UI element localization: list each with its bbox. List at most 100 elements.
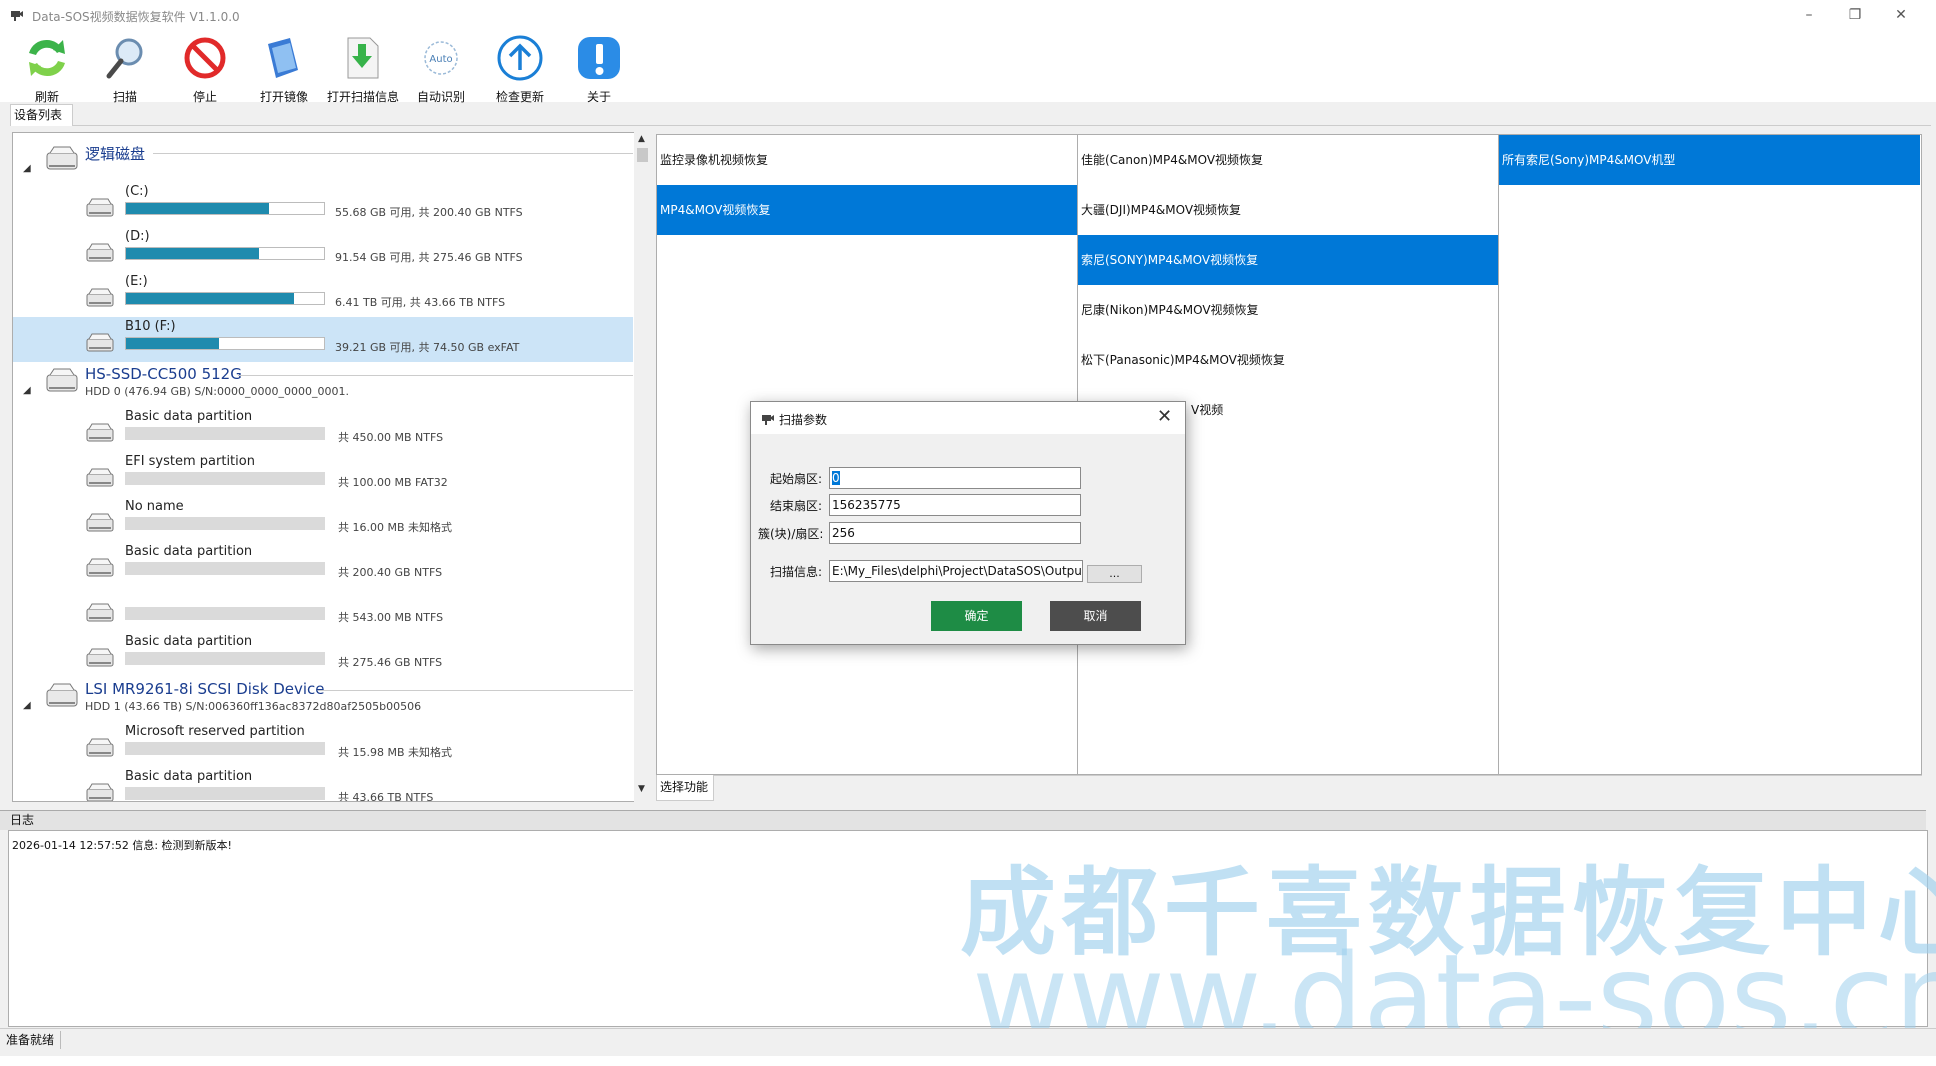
scroll-up-arrow-icon[interactable]: ▲	[638, 134, 645, 144]
open-scan-info-button[interactable]: 打开扫描信息	[327, 34, 399, 104]
tree-item-partition[interactable]: No name 共 16.00 MB 未知格式	[13, 497, 633, 542]
drive-icon	[86, 288, 114, 307]
usage-bar	[125, 787, 325, 800]
partition-name: EFI system partition	[125, 454, 255, 469]
partition-info: 共 16.00 MB 未知格式	[338, 521, 453, 534]
status-bar: 准备就绪	[0, 1028, 1936, 1050]
cluster-sectors-input[interactable]: 256	[829, 522, 1081, 544]
tree-item-partition-selected[interactable]: B10 (F:) 39.21 GB 可用, 共 74.50 GB exFAT	[13, 317, 633, 362]
usage-bar	[125, 742, 325, 755]
tree-item-partition[interactable]: Basic data partition 共 43.66 TB NTFS	[13, 767, 633, 801]
usage-bar	[125, 652, 325, 665]
scroll-thumb[interactable]	[637, 148, 648, 162]
toolbar: 刷新 扫描 停止 打开镜像 打开扫描信息 Auto 自动识别 检查更新 关于	[0, 30, 1936, 104]
end-sector-input[interactable]: 156235775	[829, 494, 1081, 516]
drive-icon	[86, 648, 114, 667]
collapse-triangle-icon[interactable]: ◢	[23, 700, 31, 711]
close-button[interactable]: ✕	[1878, 0, 1924, 30]
log-line: 2026-01-14 12:57:52 信息: 检测到新版本!	[12, 839, 232, 852]
partition-info: 91.54 GB 可用, 共 275.46 GB NTFS	[335, 251, 523, 264]
end-sector-label: 结束扇区:	[770, 499, 823, 513]
start-sector-label: 起始扇区:	[770, 472, 823, 486]
partition-info: 共 15.98 MB 未知格式	[338, 746, 453, 759]
app-window: Data-SOS视频数据恢复软件 V1.1.0.0 – ❐ ✕ 刷新 扫描 停止…	[0, 0, 1936, 1066]
dialog-title: 扫描参数	[779, 413, 828, 427]
auto-detect-button[interactable]: Auto 自动识别	[406, 34, 476, 104]
function-item-selected[interactable]: MP4&MOV视频恢复	[657, 185, 1077, 235]
function-item[interactable]: 松下(Panasonic)MP4&MOV视频恢复	[1078, 335, 1498, 385]
refresh-button[interactable]: 刷新	[12, 34, 82, 104]
cancel-button[interactable]: 取消	[1050, 601, 1141, 631]
drive-icon	[86, 468, 114, 487]
collapse-triangle-icon[interactable]: ◢	[23, 385, 31, 396]
scroll-down-arrow-icon[interactable]: ▼	[638, 784, 645, 794]
collapse-triangle-icon[interactable]: ◢	[23, 163, 31, 174]
function-item[interactable]: 佳能(Canon)MP4&MOV视频恢复	[1078, 135, 1498, 185]
tree-item-partition[interactable]: Basic data partition 共 200.40 GB NTFS	[13, 542, 633, 587]
tab-device-list[interactable]: 设备列表	[10, 104, 73, 126]
tree-group-disk[interactable]: ◢ LSI MR9261-8i SCSI Disk Device HDD 1 (…	[13, 674, 633, 718]
partition-name: (D:)	[125, 229, 150, 244]
tree-group-logical-disks[interactable]: ◢ 逻辑磁盘	[13, 137, 633, 181]
refresh-icon	[29, 39, 65, 77]
partition-info: 共 450.00 MB NTFS	[338, 431, 444, 444]
function-item-partial[interactable]: V视频	[1188, 385, 1223, 435]
tree-item-partition[interactable]: Microsoft reserved partition 共 15.98 MB …	[13, 722, 633, 767]
tree-item-partition[interactable]: (D:) 91.54 GB 可用, 共 275.46 GB NTFS	[13, 227, 633, 272]
partition-name: Basic data partition	[125, 769, 253, 784]
group-name: LSI MR9261-8i SCSI Disk Device	[85, 680, 325, 698]
drive-icon	[86, 603, 114, 622]
function-item[interactable]: 监控录像机视频恢复	[657, 135, 1077, 185]
start-sector-input[interactable]: 0	[829, 467, 1081, 489]
scan-button[interactable]: 扫描	[90, 34, 160, 104]
stop-label: 停止	[192, 90, 217, 104]
check-update-button[interactable]: 检查更新	[485, 34, 555, 104]
partition-name: (E:)	[125, 274, 148, 289]
status-text: 准备就绪	[6, 1031, 62, 1049]
partition-name: Basic data partition	[125, 544, 253, 559]
tree-group-disk[interactable]: ◢ HS-SSD-CC500 512G HDD 0 (476.94 GB) S/…	[13, 359, 633, 403]
group-name: HS-SSD-CC500 512G	[85, 365, 242, 383]
function-item-selected[interactable]: 所有索尼(Sony)MP4&MOV机型	[1499, 135, 1920, 185]
usage-bar	[125, 562, 325, 575]
tree-scrollbar[interactable]: ▲ ▼	[634, 132, 651, 802]
open-scan-info-icon	[347, 37, 379, 79]
function-item-selected[interactable]: 索尼(SONY)MP4&MOV视频恢复	[1078, 235, 1498, 285]
drive-icon	[86, 243, 114, 262]
partition-info: 共 100.00 MB FAT32	[338, 476, 448, 489]
refresh-label: 刷新	[34, 90, 59, 104]
tree-item-partition[interactable]: Basic data partition 共 450.00 MB NTFS	[13, 407, 633, 452]
tree-item-partition[interactable]: 共 543.00 MB NTFS	[13, 587, 633, 632]
dialog-title-bar: 扫描参数 ✕	[751, 402, 1185, 434]
about-button[interactable]: 关于	[564, 34, 634, 104]
drive-icon	[86, 513, 114, 532]
partition-name: (C:)	[125, 184, 149, 199]
browse-button[interactable]: ...	[1087, 565, 1142, 583]
tree-item-partition[interactable]: Basic data partition 共 275.46 GB NTFS	[13, 632, 633, 677]
function-item[interactable]: 大疆(DJI)MP4&MOV视频恢复	[1078, 185, 1498, 235]
stop-button[interactable]: 停止	[170, 34, 240, 104]
function-item[interactable]: 尼康(Nikon)MP4&MOV视频恢复	[1078, 285, 1498, 335]
start-sector-value: 0	[832, 471, 840, 485]
log-header: 日志	[0, 810, 1926, 830]
tree-item-partition[interactable]: (C:) 55.68 GB 可用, 共 200.40 GB NTFS	[13, 182, 633, 227]
device-tree[interactable]: ◢ 逻辑磁盘 (C:) 55.68 GB 可用, 共 200.40 GB NTF…	[12, 132, 650, 802]
tab-select-function[interactable]: 选择功能	[656, 775, 714, 801]
tree-item-partition[interactable]: (E:) 6.41 TB 可用, 共 43.66 TB NTFS	[13, 272, 633, 317]
tree-item-partition[interactable]: EFI system partition 共 100.00 MB FAT32	[13, 452, 633, 497]
restore-button[interactable]: ❐	[1832, 0, 1878, 30]
drive-icon	[86, 198, 114, 217]
title-bar: Data-SOS视频数据恢复软件 V1.1.0.0 – ❐ ✕	[0, 0, 1936, 30]
minimize-button[interactable]: –	[1786, 0, 1832, 30]
auto-icon-text: Auto	[429, 54, 452, 65]
auto-detect-label: 自动识别	[416, 90, 465, 104]
dialog-close-icon[interactable]: ✕	[1157, 406, 1172, 427]
stop-icon	[184, 37, 226, 79]
open-image-button[interactable]: 打开镜像	[249, 34, 319, 104]
group-details: HDD 1 (43.66 TB) S/N:006360ff136ac8372d8…	[85, 700, 422, 713]
ok-button[interactable]: 确定	[931, 601, 1022, 631]
usage-bar	[125, 607, 325, 620]
usage-bar-fill	[126, 338, 220, 349]
scan-info-path-input[interactable]: E:\My_Files\delphi\Project\DataSOS\Outpu…	[829, 560, 1083, 582]
update-arrow-icon	[497, 35, 543, 81]
